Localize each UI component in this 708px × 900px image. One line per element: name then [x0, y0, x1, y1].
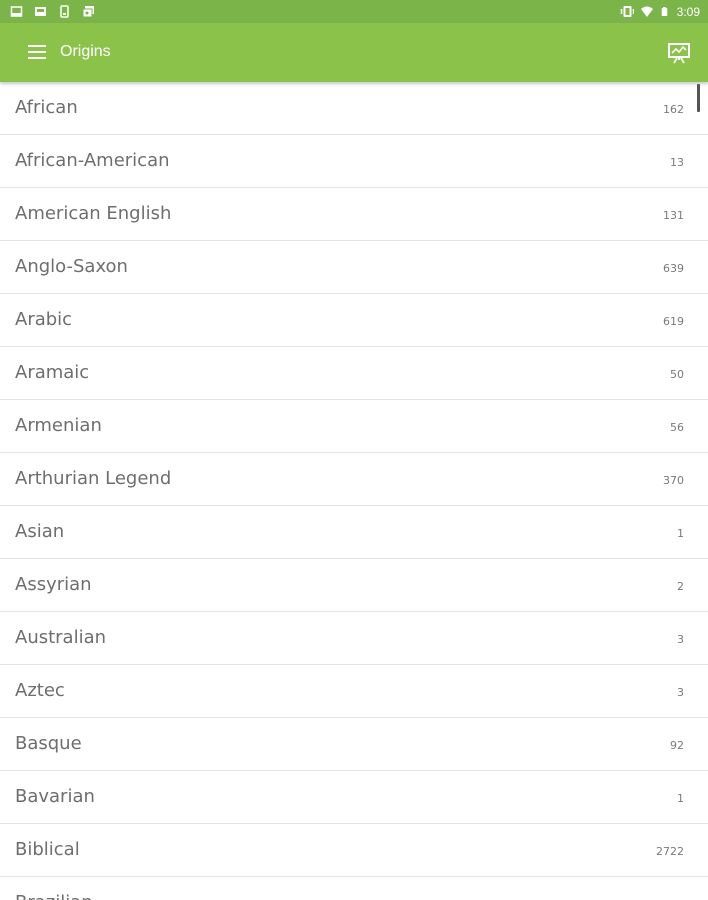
list-item[interactable]: Anglo-Saxon 639	[0, 241, 708, 294]
origin-label: Bavarian	[15, 786, 95, 807]
origin-label: Aramaic	[15, 362, 90, 383]
list-item[interactable]: Aramaic 50	[0, 347, 708, 400]
origin-label: Biblical	[15, 839, 80, 860]
origin-label: Australian	[15, 627, 107, 648]
origin-label: Aztec	[15, 680, 65, 701]
origin-count: 1	[677, 527, 684, 540]
origin-label: Anglo-Saxon	[15, 256, 128, 277]
origin-label: American English	[15, 203, 172, 224]
origin-count: 639	[663, 262, 684, 275]
origin-label: Assyrian	[15, 574, 92, 595]
origin-label: Asian	[15, 521, 65, 542]
origin-count: 3	[677, 633, 684, 646]
origin-count: 162	[663, 103, 684, 116]
page-title: Origins	[60, 43, 111, 60]
list-item[interactable]: Biblical 2722	[0, 824, 708, 877]
battery-icon	[661, 7, 667, 16]
clock: 3:09	[676, 4, 700, 19]
origin-count: 619	[663, 315, 684, 328]
origin-label: Armenian	[15, 415, 102, 436]
hamburger-menu-icon[interactable]	[27, 43, 47, 61]
origin-count: 1	[677, 792, 684, 805]
origin-count: 92	[670, 739, 684, 752]
list-item[interactable]: Aztec 3	[0, 665, 708, 718]
origin-label: African-American	[15, 150, 170, 171]
notification-icons	[10, 5, 95, 18]
vibrate-icon	[620, 6, 634, 17]
system-icons: 3:09	[618, 5, 700, 19]
list-item[interactable]: Asian 1	[0, 506, 708, 559]
list-item[interactable]: African-American 13	[0, 135, 708, 188]
list-item[interactable]: American English 131	[0, 188, 708, 241]
origin-label: Brazilian	[15, 891, 93, 900]
list-item[interactable]: Brazilian 1	[0, 877, 708, 900]
notification-screen-icon	[10, 6, 23, 17]
origin-label: Basque	[15, 733, 82, 754]
notification-photo-icon	[35, 7, 46, 16]
notification-gallery-icon	[82, 6, 94, 18]
origin-count: 13	[670, 156, 684, 169]
origin-count: 131	[663, 209, 684, 222]
origin-label: African	[15, 97, 78, 118]
app-toolbar: Origins	[0, 23, 708, 82]
list-item[interactable]: Arthurian Legend 370	[0, 453, 708, 506]
presentation-board-icon[interactable]	[667, 41, 691, 65]
list-item[interactable]: Australian 3	[0, 612, 708, 665]
origins-list: African 162 African-American 13 American…	[0, 82, 708, 900]
list-item[interactable]: Armenian 56	[0, 400, 708, 453]
list-item[interactable]: African 162	[0, 82, 708, 135]
list-item[interactable]: Bavarian 1	[0, 771, 708, 824]
status-bar: 3:09	[0, 0, 708, 23]
origin-count: 2	[677, 580, 684, 593]
list-item[interactable]: Basque 92	[0, 718, 708, 771]
list-item[interactable]: Assyrian 2	[0, 559, 708, 612]
origin-count: 50	[670, 368, 684, 381]
origin-label: Arabic	[15, 309, 73, 330]
origin-count: 2722	[656, 845, 684, 858]
origin-count: 370	[663, 474, 684, 487]
origin-label: Arthurian Legend	[15, 468, 172, 489]
origin-count: 3	[677, 686, 684, 699]
origin-count: 56	[670, 421, 684, 434]
wifi-icon	[640, 6, 653, 17]
notification-device-icon	[60, 5, 69, 18]
list-scrollbar[interactable]	[697, 84, 700, 112]
list-item[interactable]: Arabic 619	[0, 294, 708, 347]
